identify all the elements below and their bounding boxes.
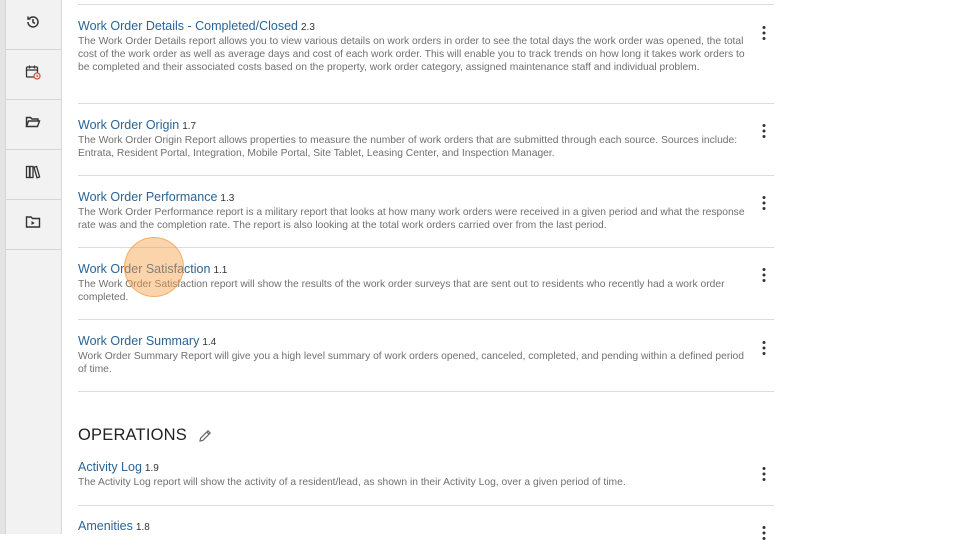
sidebar-item-folders[interactable]: [5, 100, 61, 150]
kebab-icon: [762, 195, 766, 216]
sidebar: [0, 0, 62, 534]
report-version: 1.4: [202, 337, 217, 348]
report-title-link[interactable]: Work Order Origin: [78, 118, 179, 132]
report-row: Activity Log 1.9 The Activity Log report …: [78, 460, 774, 506]
divider: [78, 4, 774, 5]
section-heading: OPERATIONS: [78, 426, 213, 445]
report-menu-button[interactable]: [754, 464, 774, 488]
report-menu-button[interactable]: [754, 23, 774, 47]
kebab-icon: [762, 466, 766, 487]
kebab-icon: [762, 123, 766, 144]
report-version: 1.9: [144, 463, 159, 474]
report-row: Work Order Performance 1.3 The Work Order…: [78, 190, 774, 248]
report-version: 1.7: [182, 121, 197, 132]
report-description: The Work Order Performance report is a m…: [78, 207, 745, 231]
report-description: The Work Order Details report allows you…: [78, 36, 745, 73]
calendar-clock-icon: [25, 64, 41, 85]
report-description: The Activity Log report will show the ac…: [78, 477, 626, 488]
report-version: 1.1: [213, 265, 228, 276]
sidebar-item-scheduled[interactable]: [5, 50, 61, 100]
report-row: Amenities 1.8: [78, 519, 774, 549]
report-description: Work Order Summary Report will give you …: [78, 351, 745, 375]
edit-pencil-icon[interactable]: [197, 428, 213, 444]
report-title-link[interactable]: Amenities: [78, 519, 133, 533]
report-title-link[interactable]: Work Order Summary: [78, 334, 199, 348]
report-row: Work Order Summary 1.4 Work Order Summary…: [78, 334, 774, 392]
kebab-icon: [762, 25, 766, 46]
reports-list: Work Order Details - Completed/Closed 2.3…: [62, 0, 954, 540]
library-icon: [25, 164, 41, 185]
report-title-link[interactable]: Activity Log: [78, 460, 142, 474]
report-menu-button[interactable]: [754, 338, 774, 362]
report-menu-button[interactable]: [754, 523, 774, 547]
sidebar-item-packets[interactable]: [5, 200, 61, 250]
kebab-icon: [762, 340, 766, 361]
report-version: 1.8: [135, 522, 150, 533]
report-description: The Work Order Origin Report allows prop…: [78, 135, 738, 159]
sidebar-item-history[interactable]: [5, 0, 61, 50]
kebab-icon: [762, 267, 766, 288]
report-menu-button[interactable]: [754, 193, 774, 217]
report-menu-button[interactable]: [754, 121, 774, 145]
report-title-link[interactable]: Work Order Performance: [78, 190, 217, 204]
report-row: Work Order Satisfaction 1.1 The Work Orde…: [78, 262, 774, 320]
folder-play-icon: [25, 214, 41, 235]
report-menu-button[interactable]: [754, 265, 774, 289]
report-row: Work Order Details - Completed/Closed 2.3…: [78, 19, 774, 104]
section-title: OPERATIONS: [78, 426, 187, 444]
report-title-link[interactable]: Work Order Details - Completed/Closed: [78, 19, 298, 33]
report-description: The Work Order Satisfaction report will …: [78, 279, 725, 303]
kebab-icon: [762, 525, 766, 546]
report-row: Work Order Origin 1.7 The Work Order Orig…: [78, 118, 774, 176]
report-version: 2.3: [300, 22, 315, 33]
report-version: 1.3: [220, 193, 235, 204]
report-title-link[interactable]: Work Order Satisfaction: [78, 262, 210, 276]
history-icon: [25, 14, 41, 35]
sidebar-item-library[interactable]: [5, 150, 61, 200]
folder-open-icon: [25, 114, 41, 135]
